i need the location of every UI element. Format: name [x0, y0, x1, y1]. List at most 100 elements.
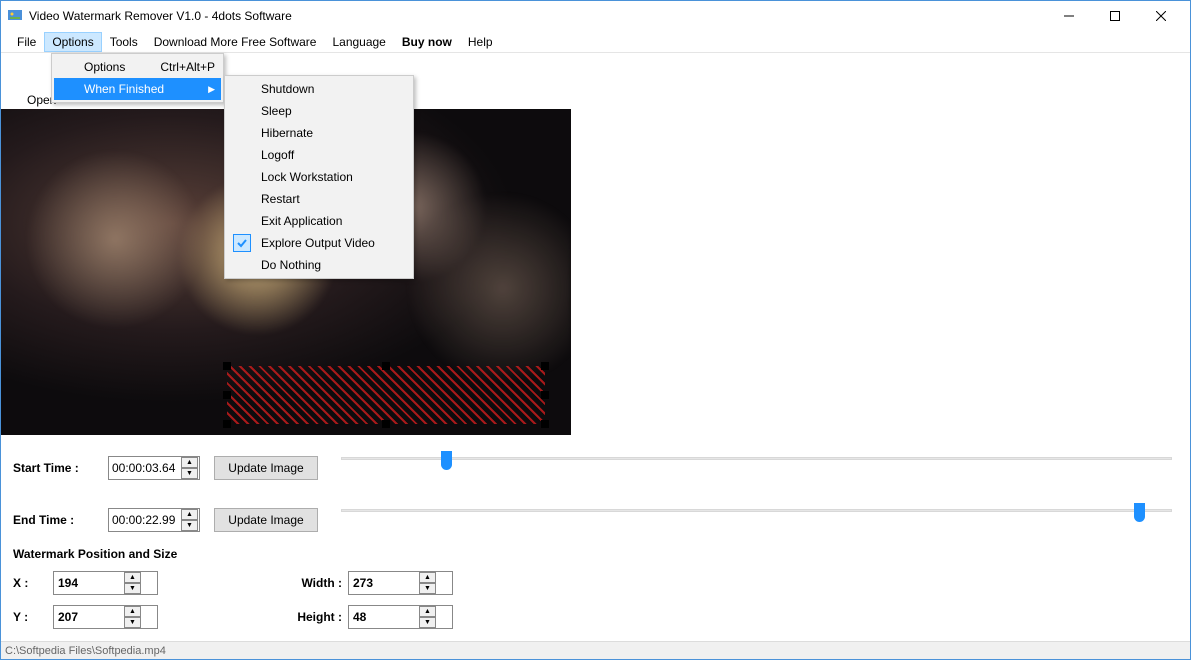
statusbar: C:\Softpedia Files\Softpedia.mp4	[1, 641, 1190, 659]
y-spin-buttons: ▲▼	[124, 606, 141, 628]
menu-options[interactable]: Options	[44, 32, 101, 52]
spin-up-icon[interactable]: ▲	[181, 457, 198, 468]
slider-thumb-icon[interactable]	[441, 451, 452, 470]
status-text: C:\Softpedia Files\Softpedia.mp4	[5, 645, 166, 657]
submenu-nothing-label: Do Nothing	[261, 258, 321, 272]
x-input[interactable]	[54, 576, 124, 590]
y-label: Y :	[13, 610, 53, 624]
when-finished-submenu: Shutdown Sleep Hibernate Logoff Lock Wor…	[224, 75, 414, 279]
slider-track	[341, 457, 1172, 460]
height-input[interactable]	[349, 610, 419, 624]
submenu-lock-label: Lock Workstation	[261, 170, 353, 184]
window-controls	[1046, 1, 1184, 31]
width-label: Width :	[278, 576, 348, 590]
resize-handle-mr[interactable]	[541, 391, 549, 399]
options-dropdown: Options Ctrl+Alt+P When Finished ▶	[51, 53, 224, 103]
end-time-spin-buttons: ▲ ▼	[181, 509, 198, 531]
resize-handle-bl[interactable]	[223, 420, 231, 428]
x-spinner[interactable]: ▲▼	[53, 571, 158, 595]
resize-handle-bm[interactable]	[382, 420, 390, 428]
menu-buy[interactable]: Buy now	[394, 32, 460, 52]
window-title: Video Watermark Remover V1.0 - 4dots Sof…	[29, 9, 292, 23]
submenu-explore-label: Explore Output Video	[261, 236, 375, 250]
width-input[interactable]	[349, 576, 419, 590]
submenu-exit-label: Exit Application	[261, 214, 342, 228]
spin-up-icon[interactable]: ▲	[124, 606, 141, 617]
app-icon	[7, 8, 23, 24]
spin-up-icon[interactable]: ▲	[419, 606, 436, 617]
submenu-arrow-icon: ▶	[208, 84, 215, 95]
slider-thumb-icon[interactable]	[1134, 503, 1145, 522]
start-time-slider[interactable]	[341, 450, 1172, 466]
submenu-hibernate-label: Hibernate	[261, 126, 313, 140]
width-spin-buttons: ▲▼	[419, 572, 436, 594]
dropdown-when-finished[interactable]: When Finished ▶	[54, 78, 221, 100]
submenu-exit[interactable]: Exit Application	[227, 210, 411, 232]
dropdown-options-label: Options	[84, 60, 125, 74]
menu-help[interactable]: Help	[460, 32, 501, 52]
submenu-nothing[interactable]: Do Nothing	[227, 254, 411, 276]
end-time-input[interactable]	[109, 513, 181, 527]
resize-handle-tl[interactable]	[223, 362, 231, 370]
end-update-button[interactable]: Update Image	[214, 508, 318, 532]
submenu-lock[interactable]: Lock Workstation	[227, 166, 411, 188]
watermark-selection[interactable]	[227, 366, 545, 424]
spin-down-icon[interactable]: ▼	[419, 583, 436, 594]
watermark-position-group: Watermark Position and Size X : ▲▼ Width…	[13, 547, 453, 629]
minimize-button[interactable]	[1046, 1, 1092, 31]
submenu-restart[interactable]: Restart	[227, 188, 411, 210]
end-time-spinner[interactable]: ▲ ▼	[108, 508, 200, 532]
start-time-label: Start Time :	[13, 461, 108, 475]
resize-handle-br[interactable]	[541, 420, 549, 428]
submenu-sleep[interactable]: Sleep	[227, 100, 411, 122]
menubar: File Options Tools Download More Free So…	[1, 31, 1190, 53]
start-time-spin-buttons: ▲ ▼	[181, 457, 198, 479]
submenu-sleep-label: Sleep	[261, 104, 292, 118]
spin-down-icon[interactable]: ▼	[124, 617, 141, 628]
submenu-hibernate[interactable]: Hibernate	[227, 122, 411, 144]
spin-down-icon[interactable]: ▼	[124, 583, 141, 594]
end-time-slider[interactable]	[341, 502, 1172, 518]
end-time-row: End Time : ▲ ▼ Update Image	[13, 507, 318, 533]
watermark-group-title: Watermark Position and Size	[13, 547, 453, 561]
y-spinner[interactable]: ▲▼	[53, 605, 158, 629]
x-label: X :	[13, 576, 53, 590]
submenu-shutdown[interactable]: Shutdown	[227, 78, 411, 100]
menu-file[interactable]: File	[9, 32, 44, 52]
start-time-spinner[interactable]: ▲ ▼	[108, 456, 200, 480]
dropdown-options-shortcut: Ctrl+Alt+P	[150, 60, 215, 74]
submenu-shutdown-label: Shutdown	[261, 82, 314, 96]
spin-down-icon[interactable]: ▼	[419, 617, 436, 628]
x-spin-buttons: ▲▼	[124, 572, 141, 594]
width-spinner[interactable]: ▲▼	[348, 571, 453, 595]
start-time-row: Start Time : ▲ ▼ Update Image	[13, 455, 318, 481]
menu-tools[interactable]: Tools	[102, 32, 146, 52]
resize-handle-ml[interactable]	[223, 391, 231, 399]
y-input[interactable]	[54, 610, 124, 624]
end-time-label: End Time :	[13, 513, 108, 527]
dropdown-when-finished-label: When Finished	[84, 82, 164, 96]
start-time-input[interactable]	[109, 461, 181, 475]
slider-track	[341, 509, 1172, 512]
spin-down-icon[interactable]: ▼	[181, 520, 198, 531]
menu-language[interactable]: Language	[324, 32, 393, 52]
submenu-logoff[interactable]: Logoff	[227, 144, 411, 166]
height-label: Height :	[278, 610, 348, 624]
submenu-logoff-label: Logoff	[261, 148, 294, 162]
menu-download[interactable]: Download More Free Software	[146, 32, 325, 52]
dropdown-options[interactable]: Options Ctrl+Alt+P	[54, 56, 221, 78]
spin-down-icon[interactable]: ▼	[181, 468, 198, 479]
submenu-restart-label: Restart	[261, 192, 300, 206]
titlebar: Video Watermark Remover V1.0 - 4dots Sof…	[1, 1, 1190, 31]
maximize-button[interactable]	[1092, 1, 1138, 31]
resize-handle-tm[interactable]	[382, 362, 390, 370]
submenu-explore[interactable]: Explore Output Video	[227, 232, 411, 254]
spin-up-icon[interactable]: ▲	[181, 509, 198, 520]
height-spinner[interactable]: ▲▼	[348, 605, 453, 629]
close-button[interactable]	[1138, 1, 1184, 31]
spin-up-icon[interactable]: ▲	[419, 572, 436, 583]
resize-handle-tr[interactable]	[541, 362, 549, 370]
start-update-button[interactable]: Update Image	[214, 456, 318, 480]
spin-up-icon[interactable]: ▲	[124, 572, 141, 583]
check-icon	[233, 234, 251, 252]
